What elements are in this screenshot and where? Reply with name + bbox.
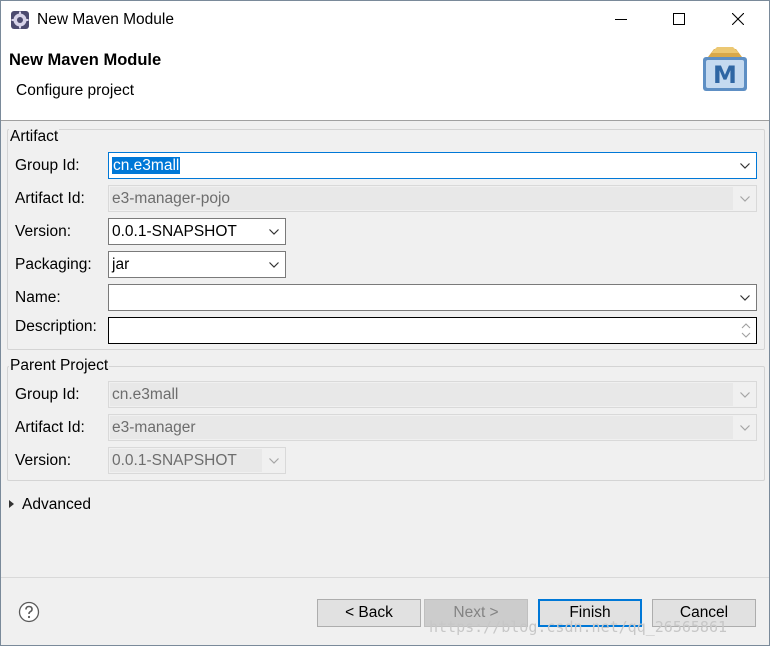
chevron-down-icon[interactable] bbox=[734, 415, 756, 440]
parent-project-label: Parent Project bbox=[9, 357, 110, 375]
parent-group-id-combo[interactable]: cn.e3mall bbox=[108, 381, 757, 408]
back-button[interactable]: < Back bbox=[317, 599, 421, 627]
parent-version-value: 0.0.1-SNAPSHOT bbox=[112, 452, 237, 469]
artifact-group-label: Artifact bbox=[9, 128, 60, 146]
version-combo[interactable]: 0.0.1-SNAPSHOT bbox=[108, 218, 286, 245]
scroll-spinner-icon[interactable] bbox=[738, 320, 754, 341]
chevron-down-icon[interactable] bbox=[263, 219, 285, 244]
description-label: Description: bbox=[15, 318, 97, 335]
parent-group-id-value: cn.e3mall bbox=[112, 386, 179, 403]
group-id-label: Group Id: bbox=[15, 157, 80, 174]
chevron-down-icon[interactable] bbox=[734, 153, 756, 178]
parent-artifact-id-combo[interactable]: e3-manager bbox=[108, 414, 757, 441]
group-id-combo[interactable]: cn.e3mall bbox=[108, 152, 757, 179]
maximize-icon bbox=[673, 13, 685, 25]
parent-artifact-id-label: Artifact Id: bbox=[15, 419, 85, 436]
chevron-down-icon[interactable] bbox=[263, 252, 285, 277]
footer-divider bbox=[1, 577, 769, 578]
maven-m-logo: M bbox=[700, 45, 750, 95]
help-button[interactable] bbox=[18, 601, 40, 623]
wizard-subtitle: Configure project bbox=[16, 82, 135, 99]
name-label: Name: bbox=[15, 289, 61, 306]
parent-artifact-id-value: e3-manager bbox=[112, 419, 196, 436]
parent-version-combo[interactable]: 0.0.1-SNAPSHOT bbox=[108, 447, 286, 474]
chevron-down-icon[interactable] bbox=[734, 382, 756, 407]
svg-text:M: M bbox=[713, 61, 737, 89]
version-value: 0.0.1-SNAPSHOT bbox=[112, 223, 237, 240]
window-title: New Maven Module bbox=[37, 11, 174, 28]
chevron-down-icon[interactable] bbox=[263, 448, 285, 473]
parent-group-id-label: Group Id: bbox=[15, 386, 80, 403]
artifact-id-label: Artifact Id: bbox=[15, 190, 85, 207]
advanced-label: Advanced bbox=[22, 496, 91, 513]
close-icon bbox=[732, 13, 744, 25]
version-label: Version: bbox=[15, 223, 72, 240]
packaging-label: Packaging: bbox=[15, 256, 92, 273]
name-combo[interactable] bbox=[108, 284, 757, 311]
artifact-id-combo[interactable]: e3-manager-pojo bbox=[108, 185, 757, 212]
maximize-button[interactable] bbox=[651, 1, 709, 39]
eclipse-gear-icon bbox=[10, 10, 30, 30]
watermark-text: https://blog.csdn.net/qq_26565861 bbox=[429, 618, 728, 636]
description-textarea[interactable] bbox=[108, 317, 757, 344]
advanced-section-toggle[interactable]: Advanced bbox=[9, 496, 91, 514]
chevron-down-icon[interactable] bbox=[734, 285, 756, 310]
help-icon bbox=[18, 601, 40, 623]
minimize-icon bbox=[615, 19, 627, 20]
wizard-header: New Maven Module Configure project M bbox=[1, 39, 769, 121]
close-button[interactable] bbox=[710, 1, 768, 39]
packaging-combo[interactable]: jar bbox=[108, 251, 286, 278]
group-id-value: cn.e3mall bbox=[112, 157, 181, 174]
packaging-value: jar bbox=[112, 256, 130, 273]
chevron-down-icon[interactable] bbox=[734, 186, 756, 211]
expand-triangle-icon bbox=[9, 500, 14, 508]
artifact-id-value: e3-manager-pojo bbox=[112, 190, 231, 207]
parent-version-label: Version: bbox=[15, 452, 72, 469]
title-bar[interactable]: New Maven Module bbox=[1, 1, 769, 39]
minimize-button[interactable] bbox=[593, 1, 651, 39]
wizard-title: New Maven Module bbox=[9, 51, 162, 69]
dialog-window: New Maven Module New Maven Module Config… bbox=[0, 0, 770, 646]
